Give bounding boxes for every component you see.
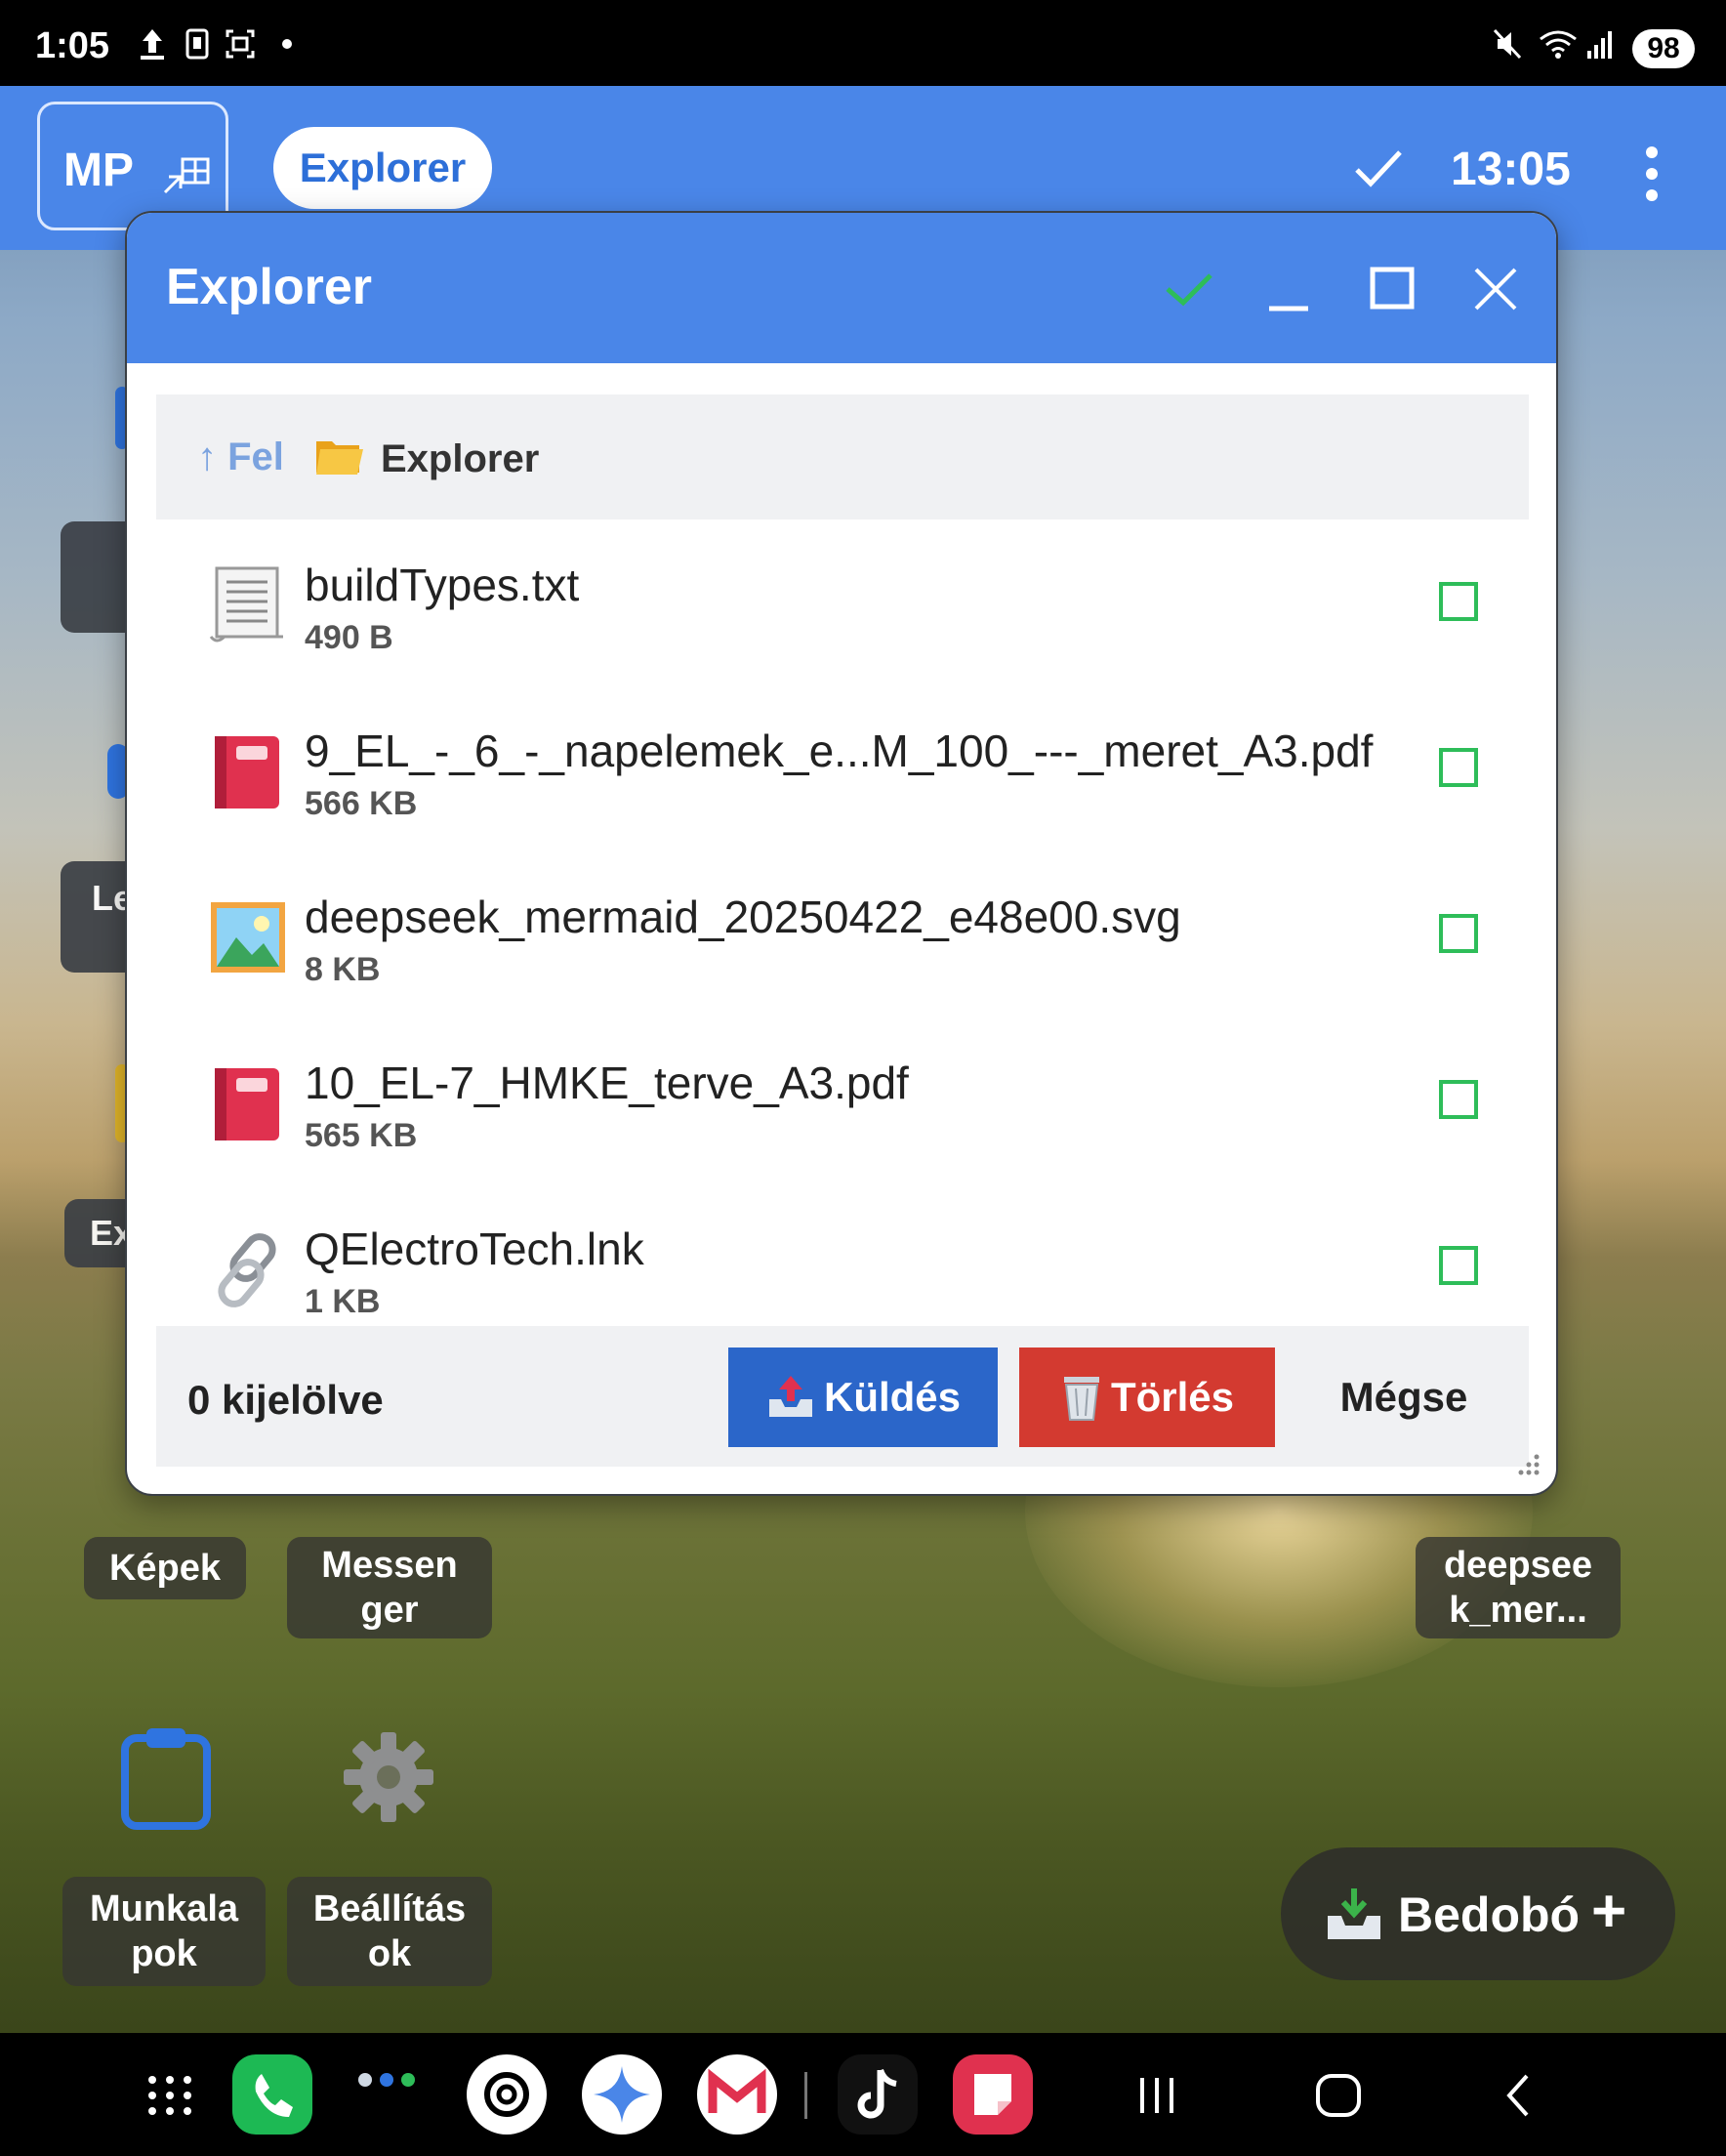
gear-icon[interactable]	[340, 1728, 437, 1826]
dot-icon	[282, 39, 292, 49]
navigation-bar	[0, 2033, 1726, 2156]
close-icon[interactable]	[1468, 262, 1523, 316]
top-bar-time: 13:05	[1451, 144, 1571, 195]
cancel-button[interactable]: Mégse	[1304, 1348, 1503, 1447]
window-title: Explorer	[166, 259, 372, 315]
screenshot-icon	[226, 29, 255, 59]
text-file-icon	[209, 566, 283, 643]
more-menu-icon[interactable]	[1640, 146, 1664, 201]
up-button[interactable]: ↑ Fel	[197, 435, 284, 479]
resize-grip-icon[interactable]	[1511, 1451, 1541, 1480]
desktop-shortcut-messenger[interactable]: Messen ger	[287, 1537, 492, 1638]
current-folder-name: Explorer	[381, 437, 540, 480]
desktop-shortcut-beallitasok[interactable]: Beállítás ok	[287, 1877, 492, 1986]
wastebasket-icon	[1063, 1377, 1099, 1421]
check-icon[interactable]	[1353, 145, 1404, 191]
file-checkbox[interactable]	[1439, 914, 1478, 953]
recent-apps-icon[interactable]	[1132, 2066, 1181, 2125]
back-icon[interactable]	[1500, 2066, 1539, 2125]
file-size: 490 B	[305, 619, 393, 656]
add-icon: +	[1591, 1878, 1627, 1945]
minimize-icon[interactable]	[1263, 262, 1318, 316]
status-time: 1:05	[35, 25, 110, 66]
desktop-shortcut-deepseek[interactable]: deepsee k_mer...	[1416, 1537, 1621, 1638]
chatgpt-app-icon[interactable]	[467, 2054, 547, 2135]
delete-button[interactable]: Törlés	[1019, 1348, 1275, 1447]
selection-count: 0 kijelölve	[187, 1377, 384, 1423]
send-button[interactable]: Küldés	[728, 1348, 998, 1447]
breadcrumb: ↑ Fel Explorer	[156, 394, 1529, 519]
file-row[interactable]: buildTypes.txt 490 B	[156, 523, 1529, 689]
window-switch-icon	[163, 157, 210, 194]
clipboard-icon[interactable]	[117, 1724, 215, 1832]
pdf-book-icon	[215, 736, 279, 808]
app-chip-explorer[interactable]: Explorer	[273, 127, 492, 209]
file-row[interactable]: 10_EL-7_HMKE_terve_A3.pdf 565 KB	[156, 1021, 1529, 1187]
outbox-icon	[768, 1376, 812, 1417]
confirm-check-icon[interactable]	[1162, 262, 1216, 316]
link-icon	[218, 1233, 276, 1307]
dock-divider	[804, 2072, 807, 2119]
signal-icon	[1587, 31, 1612, 59]
gmail-app-icon[interactable]	[697, 2054, 777, 2135]
file-row[interactable]: 9_EL_-_6_-_napelemek_e...M_100_---_meret…	[156, 689, 1529, 855]
app-drawer-icon[interactable]	[144, 2066, 195, 2125]
desktop-shortcut-kepek[interactable]: Képek	[84, 1537, 246, 1599]
status-bar: 1:05 98	[0, 0, 1726, 86]
tiktok-app-icon[interactable]	[838, 2054, 918, 2135]
delete-label: Törlés	[1110, 1374, 1235, 1420]
file-list: buildTypes.txt 490 B 9_EL_-_6_-_napeleme…	[156, 523, 1529, 1344]
file-name: deepseek_mermaid_20250422_e48e00.svg	[305, 891, 1181, 942]
file-row[interactable]: QElectroTech.lnk 1 KB	[156, 1187, 1529, 1344]
send-label: Küldés	[823, 1374, 962, 1420]
folder-icon	[316, 441, 363, 475]
file-size: 8 KB	[305, 951, 381, 988]
action-bar: 0 kijelölve Küldés Törlés Mégse	[156, 1326, 1529, 1467]
battery-indicator: 98	[1632, 29, 1695, 68]
file-size: 566 KB	[305, 785, 418, 822]
file-row[interactable]: deepseek_mermaid_20250422_e48e00.svg 8 K…	[156, 855, 1529, 1021]
window-title-bar[interactable]: Explorer	[127, 213, 1556, 363]
cancel-label: Mégse	[1339, 1374, 1468, 1420]
file-name: buildTypes.txt	[305, 560, 580, 610]
file-size: 1 KB	[305, 1283, 381, 1320]
file-name: QElectroTech.lnk	[305, 1223, 644, 1274]
drop-zone-label: Bedobó	[1398, 1887, 1581, 1942]
mp-label: MP	[63, 145, 134, 196]
home-icon[interactable]	[1314, 2066, 1363, 2125]
phone-app-icon[interactable]	[232, 2054, 312, 2135]
image-file-icon	[211, 902, 285, 973]
drop-zone-button[interactable]: Bedobó +	[1281, 1847, 1675, 1980]
wifi-icon	[1540, 30, 1577, 59]
mute-icon	[1493, 28, 1522, 60]
sim-icon	[185, 28, 209, 60]
file-checkbox[interactable]	[1439, 582, 1478, 621]
file-checkbox[interactable]	[1439, 748, 1478, 787]
maximize-icon[interactable]	[1367, 262, 1421, 316]
pdf-book-icon	[215, 1068, 279, 1140]
file-name: 10_EL-7_HMKE_terve_A3.pdf	[305, 1057, 909, 1108]
file-name: 9_EL_-_6_-_napelemek_e...M_100_---_meret…	[305, 726, 1374, 776]
file-checkbox[interactable]	[1439, 1246, 1478, 1285]
file-checkbox[interactable]	[1439, 1080, 1478, 1119]
gemini-app-icon[interactable]	[582, 2054, 662, 2135]
messages-app-icon[interactable]	[355, 2066, 418, 2125]
file-size: 565 KB	[305, 1117, 418, 1154]
upload-icon	[141, 29, 164, 60]
notes-app-icon[interactable]	[953, 2054, 1033, 2135]
explorer-window: Explorer ↑ Fel Explorer buildTypes.txt 4…	[125, 211, 1558, 1496]
inbox-tray-icon	[1328, 1888, 1380, 1939]
desktop-shortcut-munkalapok[interactable]: Munkala pok	[62, 1877, 266, 1986]
